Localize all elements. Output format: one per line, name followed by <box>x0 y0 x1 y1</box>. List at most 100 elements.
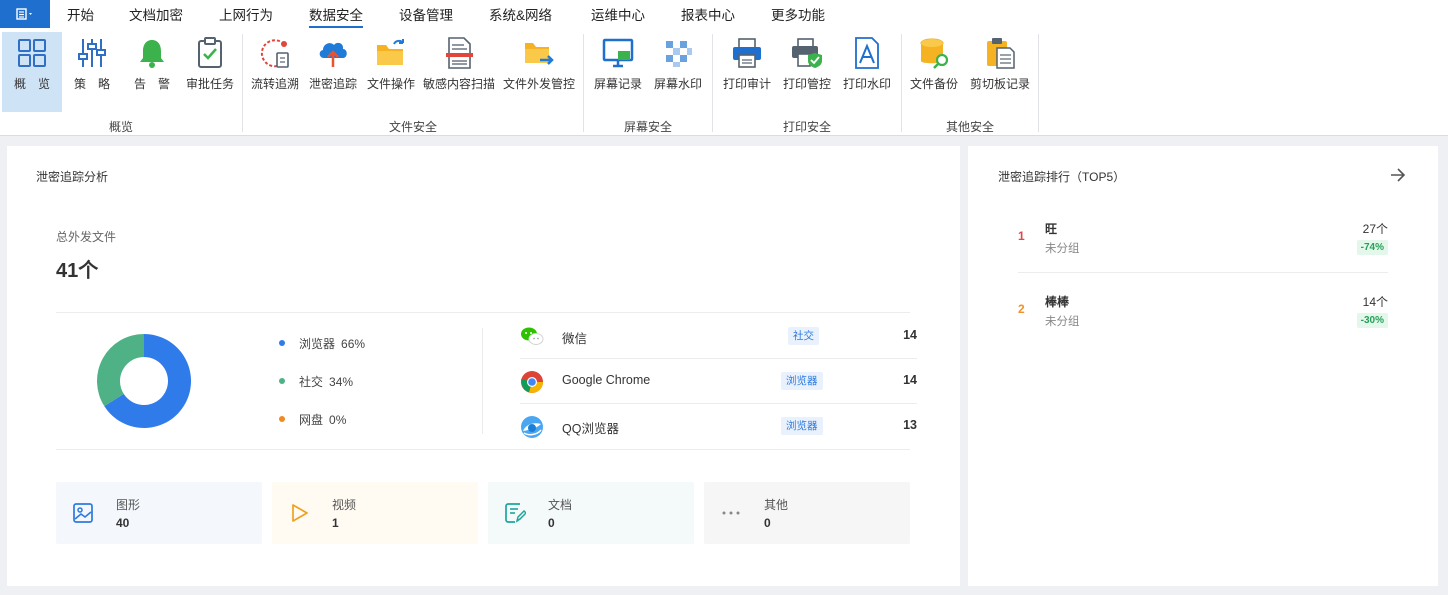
app-name: Google Chrome <box>562 373 651 387</box>
group-separator <box>1038 34 1039 132</box>
screen-watermark-label: 屏幕水印 <box>653 77 702 91</box>
folder-send-icon <box>525 43 554 65</box>
file-type-video[interactable]: 视频 1 <box>272 482 478 544</box>
file-type-count: 1 <box>332 516 339 530</box>
rank-row[interactable]: 1 旺 未分组 27个 -74% <box>1018 218 1388 278</box>
tab-data-security[interactable]: 数据安全 <box>309 0 363 30</box>
group-label-screen-security: 屏幕安全 <box>623 120 672 134</box>
group-label-overview: 概览 <box>108 120 133 134</box>
play-icon <box>292 504 308 522</box>
clipboard-check-icon <box>198 37 222 68</box>
tab-start[interactable]: 开始 <box>67 0 94 30</box>
clipboard-doc-icon <box>987 38 1015 69</box>
legend-item-social: 社交 34% <box>279 373 353 390</box>
app-row-qq-browser[interactable]: QQ浏览器 浏览器 13 <box>520 403 917 448</box>
legend-percent: 0% <box>329 413 347 427</box>
tab-report-center[interactable]: 报表中心 <box>681 0 735 30</box>
tab-system-network[interactable]: 系统&网络 <box>489 0 552 30</box>
overview-button[interactable]: 概 览 <box>2 32 62 112</box>
channel-donut-chart <box>97 334 191 428</box>
screen-record-label: 屏幕记录 <box>593 77 642 91</box>
tab-device-management[interactable]: 设备管理 <box>399 0 453 30</box>
grid-icon <box>18 39 46 67</box>
sliders-icon <box>78 39 106 67</box>
app-menu-button[interactable] <box>0 0 50 28</box>
tab-doc-encrypt[interactable]: 文档加密 <box>129 0 183 30</box>
donut-slice-1[interactable] <box>97 334 144 407</box>
total-files-value: 41个 <box>56 260 99 282</box>
cloud-upload-icon <box>319 42 347 67</box>
print-audit-button[interactable]: 打印审计 <box>717 32 777 112</box>
legend-dot <box>279 416 285 422</box>
policy-button[interactable]: 策 略 <box>62 32 122 112</box>
print-control-label: 打印管控 <box>782 77 831 91</box>
app-count: 13 <box>903 418 917 432</box>
print-control-button[interactable]: 打印管控 <box>777 32 837 112</box>
file-outgoing-control-label: 文件外发管控 <box>502 77 575 91</box>
tab-web-behavior[interactable]: 上网行为 <box>219 0 273 30</box>
analysis-title: 泄密追踪分析 <box>36 170 109 184</box>
group-label-print-security: 打印安全 <box>782 120 831 134</box>
screen-record-button[interactable]: 屏幕记录 <box>588 32 648 112</box>
file-type-count: 0 <box>764 516 771 530</box>
leak-tracking-label: 泄密追踪 <box>308 77 357 91</box>
printer-icon <box>733 38 761 68</box>
sensitive-scan-button[interactable]: 敏感内容扫描 <box>420 32 498 112</box>
group-label-other-security: 其他安全 <box>945 120 994 134</box>
arrow-right-icon[interactable] <box>1389 166 1407 184</box>
file-type-image[interactable]: 图形 40 <box>56 482 262 544</box>
rank-change-badge: -30% <box>1356 313 1388 328</box>
divider <box>56 449 910 450</box>
file-type-count: 0 <box>548 516 555 530</box>
alert-button[interactable]: 告 警 <box>122 32 182 112</box>
leak-tracking-button[interactable]: 泄密追踪 <box>304 32 362 112</box>
tab-ops-center[interactable]: 运维中心 <box>591 0 645 30</box>
app-category-tag: 浏览器 <box>781 372 823 390</box>
file-operation-label: 文件操作 <box>366 77 415 91</box>
print-audit-label: 打印审计 <box>722 77 771 91</box>
leak-analysis-card: 泄密追踪分析 总外发文件 41个 浏览器 66% 社交 34% 网盘 0% 微信 社交… <box>7 146 960 586</box>
rank-user-group: 未分组 <box>1045 316 1080 328</box>
file-type-other[interactable]: 其他 0 <box>704 482 910 544</box>
file-type-name: 图形 <box>116 498 141 512</box>
chrome-icon <box>521 371 543 393</box>
app-row-wechat[interactable]: 微信 社交 14 <box>520 313 917 358</box>
leak-ranking-card: 泄密追踪排行（TOP5） 1 旺 未分组 27个 -74% 2 棒棒 未分组 1… <box>968 146 1438 586</box>
file-backup-button[interactable]: 文件备份 <box>905 32 963 112</box>
flow-trace-icon <box>260 39 289 68</box>
app-name: 微信 <box>562 332 588 346</box>
app-row-chrome[interactable]: Google Chrome 浏览器 14 <box>520 358 917 403</box>
legend-name: 网盘 <box>299 413 324 427</box>
print-watermark-button[interactable]: 打印水印 <box>837 32 897 112</box>
bell-icon <box>140 40 164 68</box>
legend-percent: 66% <box>341 337 366 351</box>
legend-dot <box>279 378 285 384</box>
clipboard-record-button[interactable]: 剪切板记录 <box>965 32 1035 112</box>
file-operation-button[interactable]: 文件操作 <box>362 32 420 112</box>
flow-trace-button[interactable]: 流转追溯 <box>246 32 304 112</box>
menu-bar: 开始 文档加密 上网行为 数据安全 设备管理 系统&网络 运维中心 报表中心 更… <box>0 0 1448 30</box>
wechat-icon <box>521 327 544 345</box>
rank-row[interactable]: 2 棒棒 未分组 14个 -30% <box>1018 291 1388 351</box>
sensitive-scan-label: 敏感内容扫描 <box>422 77 495 91</box>
printer-shield-icon <box>792 38 822 68</box>
approval-task-label: 审批任务 <box>185 77 234 91</box>
approval-task-button[interactable]: 审批任务 <box>180 32 240 112</box>
folder-icon <box>377 39 404 65</box>
app-count: 14 <box>903 328 917 342</box>
rank-number: 2 <box>1018 302 1025 316</box>
group-separator <box>242 34 243 132</box>
legend-percent: 34% <box>329 375 354 389</box>
rank-count: 14个 <box>1362 295 1388 309</box>
tab-more-features[interactable]: 更多功能 <box>771 0 825 30</box>
monitor-icon <box>602 38 634 68</box>
file-type-count: 40 <box>116 516 130 530</box>
screen-watermark-button[interactable]: 屏幕水印 <box>648 32 708 112</box>
document-a-icon <box>855 37 879 69</box>
file-type-document[interactable]: 文档 0 <box>488 482 694 544</box>
legend-item-netdisk: 网盘 0% <box>279 411 346 428</box>
app-menu-icon <box>16 8 32 20</box>
file-outgoing-control-button[interactable]: 文件外发管控 <box>500 32 578 112</box>
image-icon <box>73 503 93 523</box>
file-type-name: 文档 <box>548 498 573 512</box>
